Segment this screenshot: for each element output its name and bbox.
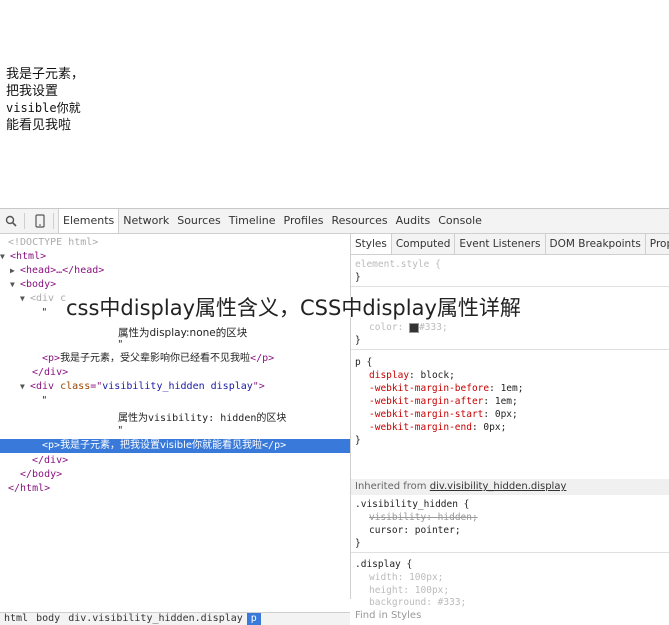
css-declaration[interactable]: -webkit-margin-before: 1em; xyxy=(369,382,523,395)
breadcrumb-html[interactable]: html xyxy=(0,613,32,625)
search-icon[interactable] xyxy=(2,212,20,230)
p-selector[interactable]: p { xyxy=(355,356,372,369)
rule-close: } xyxy=(355,335,361,346)
css-declaration[interactable]: display: block; xyxy=(369,369,455,382)
tab-resources[interactable]: Resources xyxy=(327,209,391,233)
devtools-panel: Elements Network Sources Timeline Profil… xyxy=(0,208,669,625)
tab-properties[interactable]: Prop xyxy=(646,234,669,254)
rule-divider xyxy=(351,552,669,553)
css-declaration[interactable]: -webkit-margin-end: 0px; xyxy=(369,421,506,434)
rule-close: } xyxy=(355,435,361,446)
text-quote: " xyxy=(42,395,47,406)
text-visibility-hidden[interactable]: 属性为visibility: hidden的区块 xyxy=(118,412,286,426)
expanded-triangle-icon[interactable]: ▼ xyxy=(20,380,30,394)
styles-tabbar: Styles Computed Event Listeners DOM Brea… xyxy=(351,234,669,255)
expanded-triangle-icon[interactable]: ▼ xyxy=(20,292,30,306)
html-node[interactable]: ▼ <html> xyxy=(0,250,46,264)
div-none-node[interactable]: ▼ <div c xyxy=(20,292,66,306)
div-close-node[interactable]: </div> xyxy=(32,366,68,380)
page-line: visible你就 xyxy=(6,101,81,115)
breadcrumb-div[interactable]: div.visibility_hidden.display xyxy=(64,613,247,625)
breadcrumb-p[interactable]: p xyxy=(246,613,261,625)
collapsed-triangle-icon[interactable]: ▶ xyxy=(10,264,20,278)
tab-network[interactable]: Network xyxy=(119,209,173,233)
breadcrumb-body[interactable]: body xyxy=(32,613,64,625)
device-mode-icon[interactable] xyxy=(31,212,49,230)
element-style-selector[interactable]: element.style { xyxy=(355,258,441,271)
color-swatch-icon[interactable] xyxy=(409,322,420,333)
text-quote: " xyxy=(118,339,123,350)
find-in-styles-field[interactable]: Find in Styles xyxy=(355,610,421,621)
p-node-hidden[interactable]: <p>我是子元素，受父辈影响你已经看不见我啦</p> xyxy=(42,352,274,366)
elements-tree: <!DOCTYPE html> ▼ <html> ▶ <head>…</head> … xyxy=(0,234,350,625)
html-close-node[interactable]: </html> xyxy=(8,482,50,496)
tab-console[interactable]: Console xyxy=(434,209,486,233)
display-selector[interactable]: .display { xyxy=(355,558,412,571)
color-declaration[interactable]: color: #333; xyxy=(369,321,448,334)
toolbar-divider xyxy=(24,213,25,229)
rule-close: } xyxy=(355,538,361,549)
rule-divider xyxy=(351,286,669,287)
expanded-triangle-icon[interactable]: ▼ xyxy=(10,278,20,292)
expanded-triangle-icon[interactable]: ▼ xyxy=(0,250,10,264)
rendered-page: 我是子元素， 把我设置 visible你就 能看见我啦 xyxy=(6,66,84,134)
rule-close: } xyxy=(355,272,361,283)
doctype-node[interactable]: <!DOCTYPE html> xyxy=(8,236,98,250)
text-quote: " xyxy=(118,425,123,436)
text-display-none[interactable]: 属性为display:none的区块 xyxy=(118,326,247,340)
div-close-node[interactable]: </div> xyxy=(32,454,68,468)
css-declaration[interactable]: -webkit-margin-after: 1em; xyxy=(369,395,518,408)
css-declaration[interactable]: cursor: pointer; xyxy=(369,524,461,537)
page-line: 能看见我啦 xyxy=(6,118,72,133)
tab-elements[interactable]: Elements xyxy=(58,209,120,233)
tab-dom-breakpoints[interactable]: DOM Breakpoints xyxy=(546,234,646,254)
tab-timeline[interactable]: Timeline xyxy=(225,209,280,233)
overlay-title: css中display属性含义，CSS中display属性详解 xyxy=(66,296,521,320)
toolbar-divider xyxy=(53,213,54,229)
tab-sources[interactable]: Sources xyxy=(173,209,225,233)
head-node[interactable]: ▶ <head>…</head> xyxy=(10,264,104,278)
css-declaration[interactable]: -webkit-margin-start: 0px; xyxy=(369,408,518,421)
tab-styles[interactable]: Styles xyxy=(351,234,392,254)
body-node[interactable]: ▼ <body> xyxy=(10,278,56,292)
tab-profiles[interactable]: Profiles xyxy=(280,209,328,233)
css-declaration-inactive[interactable]: width: 100px; xyxy=(369,571,443,584)
tab-audits[interactable]: Audits xyxy=(392,209,435,233)
rule-divider xyxy=(351,349,669,350)
visibility-hidden-selector[interactable]: .visibility_hidden { xyxy=(355,498,469,511)
page-line: 把我设置 xyxy=(6,84,59,99)
body-close-node[interactable]: </body> xyxy=(20,468,62,482)
text-quote: " xyxy=(42,307,47,318)
tab-event-listeners[interactable]: Event Listeners xyxy=(455,234,546,254)
page-line: 我是子元素， xyxy=(6,67,85,82)
inherited-header: Inherited from div.visibility_hidden.dis… xyxy=(351,479,669,495)
div-visibility-node[interactable]: ▼ <div class="visibility_hidden display"> xyxy=(20,380,265,394)
inherited-link[interactable]: div.visibility_hidden.display xyxy=(430,481,567,492)
tab-computed[interactable]: Computed xyxy=(392,234,456,254)
css-declaration-overridden[interactable]: visibility: hidden; xyxy=(369,511,478,524)
breadcrumb: html body div.visibility_hidden.display … xyxy=(0,612,350,625)
p-node-selected[interactable]: <p>我是子元素，把我设置visible你就能看见我啦</p> xyxy=(0,439,350,453)
styles-pane: Styles Computed Event Listeners DOM Brea… xyxy=(351,234,669,621)
devtools-toolbar: Elements Network Sources Timeline Profil… xyxy=(0,209,669,234)
